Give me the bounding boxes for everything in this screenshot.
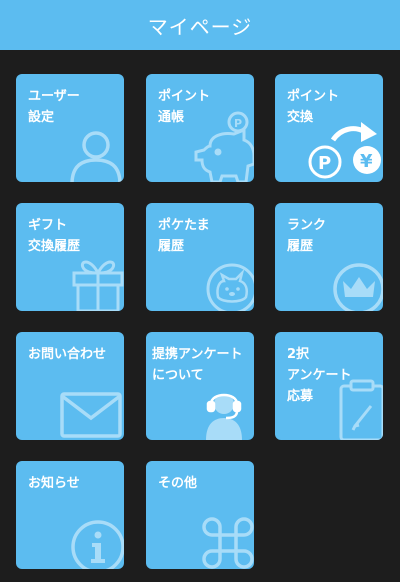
svg-text:P: P — [234, 117, 242, 130]
user-icon — [70, 131, 122, 182]
tile-partner-survey[interactable]: 提携アンケート について — [146, 332, 254, 440]
envelope-icon — [60, 392, 122, 438]
tile-other[interactable]: その他 — [146, 461, 254, 569]
header-bar: マイページ — [0, 0, 400, 50]
clipboard-pen-icon — [339, 379, 383, 440]
page-title: マイページ — [147, 14, 253, 39]
tile-contact[interactable]: お問い合わせ — [16, 332, 124, 440]
tile-label: ポケたま 履歴 — [158, 218, 210, 254]
tile-label: ユーザー 設定 — [28, 89, 80, 125]
crown-icon — [333, 263, 383, 311]
pokétama-character-icon — [206, 263, 254, 311]
tile-poketama-history[interactable]: ポケたま 履歴 — [146, 203, 254, 311]
info-icon — [71, 520, 124, 569]
tile-user-settings[interactable]: ユーザー 設定 — [16, 74, 124, 182]
tile-label: お問い合わせ — [28, 347, 107, 362]
gift-icon — [72, 260, 124, 311]
tile-point-passbook[interactable]: ポイント 通帳 P — [146, 74, 254, 182]
tile-label: ランク 履歴 — [287, 218, 327, 254]
tile-gift-history[interactable]: ギフト 交換履歴 — [16, 203, 124, 311]
tile-label: お知らせ — [28, 476, 80, 491]
svg-text:¥: ¥ — [360, 151, 373, 172]
command-key-icon — [202, 517, 254, 569]
svg-text:P: P — [318, 153, 331, 174]
tile-label: ギフト 交換履歴 — [28, 218, 81, 254]
tile-point-exchange[interactable]: ポイント 交換 P ¥ — [275, 74, 383, 182]
point-to-yen-exchange-icon: P ¥ — [308, 122, 381, 179]
piggy-bank-icon: P — [194, 111, 254, 182]
tile-notices[interactable]: お知らせ — [16, 461, 124, 569]
tile-two-choice-survey[interactable]: 2択 アンケート 応募 — [275, 332, 383, 440]
tile-rank-history[interactable]: ランク 履歴 — [275, 203, 383, 311]
tile-label: 提携アンケート について — [152, 347, 243, 383]
tile-label: その他 — [158, 476, 198, 491]
operator-headset-icon — [206, 393, 242, 440]
